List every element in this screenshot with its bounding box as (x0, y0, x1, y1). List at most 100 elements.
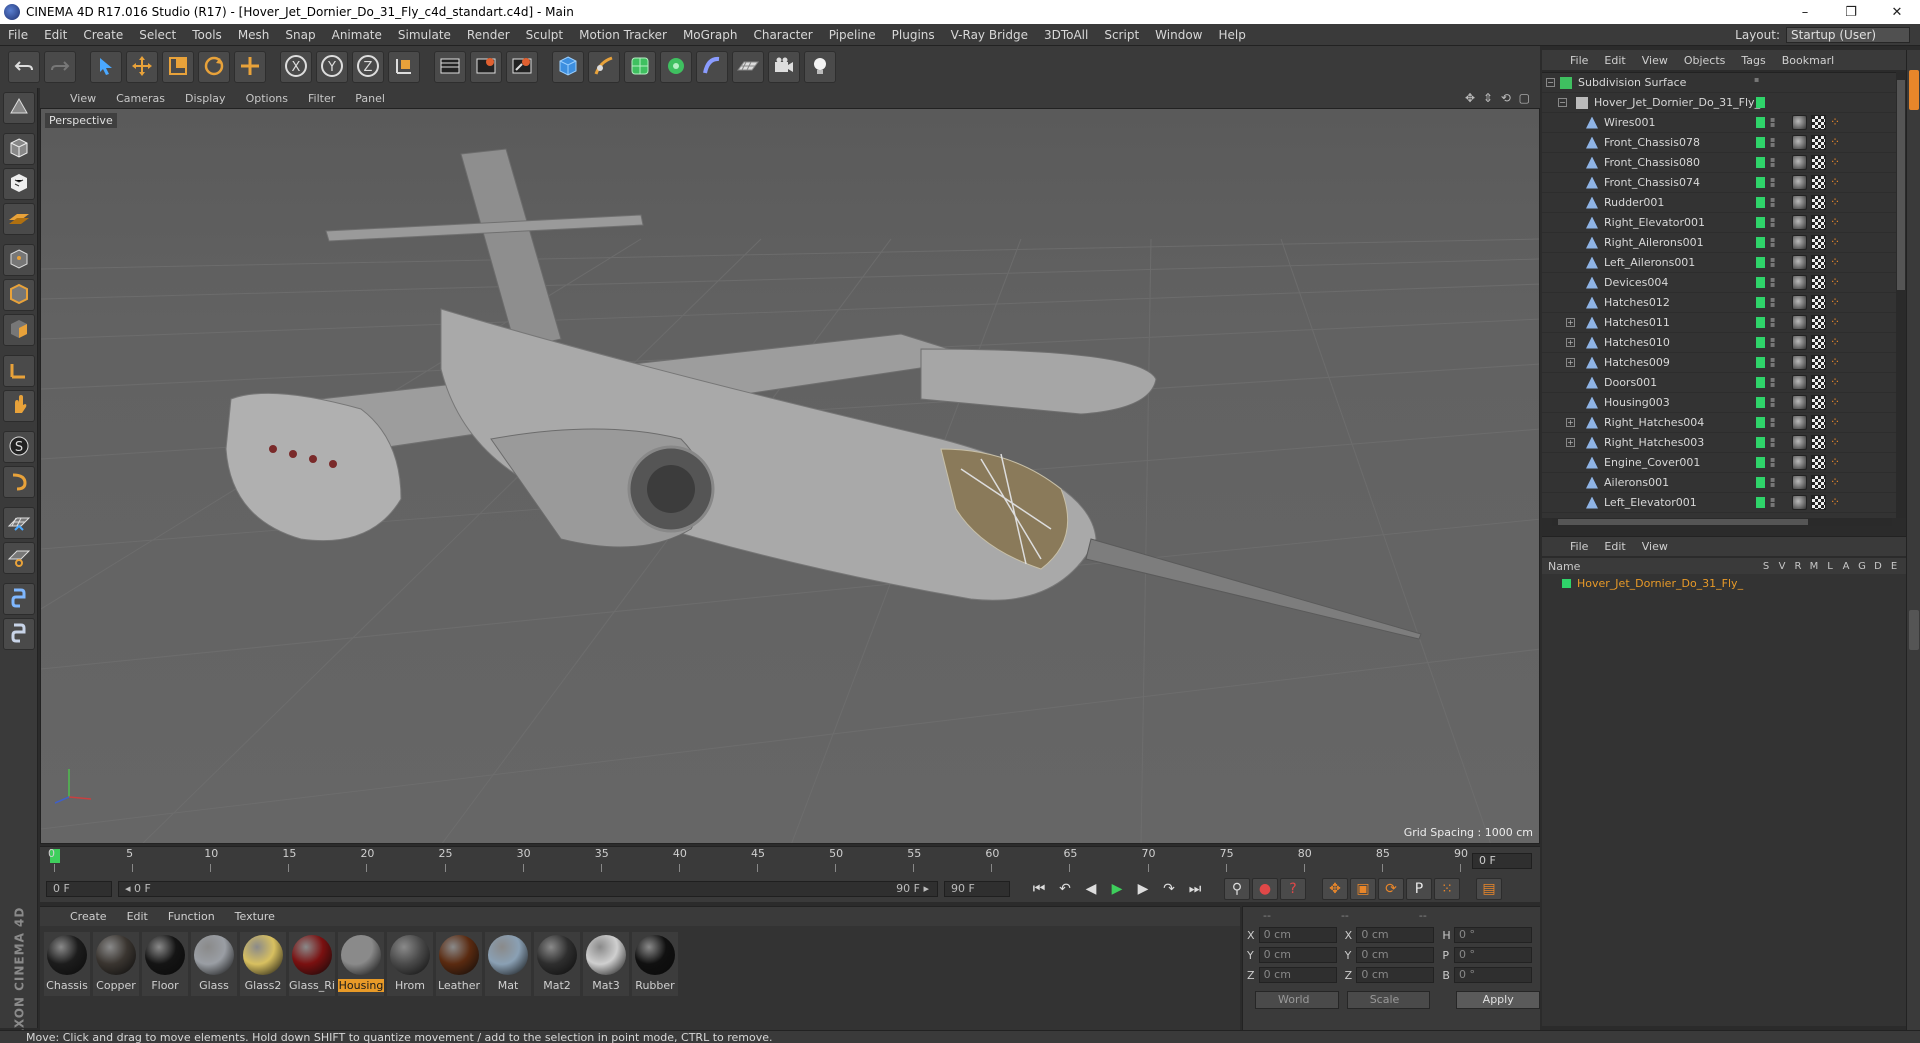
object-row[interactable]: Right_Elevator001 ▪ ▪ ⁘ (1542, 213, 1906, 233)
camera-button[interactable] (768, 51, 800, 83)
object-tree-horizontal-scrollbar[interactable] (1552, 518, 1892, 526)
object-row[interactable]: Left_Elevator001 ▪ ▪ ⁘ (1542, 493, 1906, 513)
material-tag-icon[interactable] (1792, 395, 1807, 410)
visibility-dots-icon[interactable]: ▪ ▪ (1770, 436, 1775, 449)
undo-button[interactable] (8, 51, 40, 83)
material-rubber[interactable]: Rubber (632, 932, 678, 996)
menu-character[interactable]: Character (745, 28, 820, 42)
object-row[interactable]: Left_Ailerons001 ▪ ▪ ⁘ (1542, 253, 1906, 273)
selection-tag-icon[interactable]: ⁘ (1830, 175, 1845, 190)
expand-toggle-icon[interactable]: + (1566, 318, 1575, 327)
python-button[interactable] (2, 583, 35, 615)
material-menu-texture[interactable]: Texture (225, 910, 285, 923)
workplane-button[interactable] (2, 203, 35, 235)
position-field[interactable]: 0 cm (1258, 927, 1337, 943)
visibility-dots-icon[interactable]: ▪ ▪ (1770, 216, 1775, 229)
material-tag-icon[interactable] (1792, 495, 1807, 510)
selection-tag-icon[interactable]: ⁘ (1830, 455, 1845, 470)
start-frame-field[interactable]: 0 F (46, 881, 112, 897)
visibility-dots-icon[interactable]: ▪ ▪ (1770, 336, 1775, 349)
texture-tag-icon[interactable] (1811, 475, 1826, 490)
texture-tag-icon[interactable] (1811, 315, 1826, 330)
cube-button[interactable] (552, 51, 584, 83)
visibility-dots-icon[interactable]: ▪ ▪ (1770, 496, 1775, 509)
object-row[interactable]: Ailerons001 ▪ ▪ ⁘ (1542, 473, 1906, 493)
selection-tag-icon[interactable]: ⁘ (1830, 375, 1845, 390)
menu-3dtoall[interactable]: 3DToAll (1036, 28, 1096, 42)
visibility-dots-icon[interactable]: ▪ ▪ (1770, 176, 1775, 189)
render-view-button[interactable] (434, 51, 466, 83)
material-mat[interactable]: Mat (485, 932, 531, 996)
next-frame-icon[interactable]: ▶ (1130, 878, 1156, 900)
viewport-menu-panel[interactable]: Panel (345, 92, 395, 105)
layer-column-a[interactable]: A (1838, 561, 1854, 572)
enabled-check-icon[interactable] (1756, 177, 1765, 188)
previous-key-icon[interactable]: ↶ (1052, 878, 1078, 900)
rotate-button[interactable] (198, 51, 230, 83)
position-field[interactable]: 0 cm (1258, 967, 1337, 983)
light-button[interactable] (804, 51, 836, 83)
layer-column-e[interactable]: E (1886, 561, 1902, 572)
object-menu-tags[interactable]: Tags (1733, 54, 1773, 67)
material-tag-icon[interactable] (1792, 195, 1807, 210)
object-menu-file[interactable]: File (1562, 54, 1596, 67)
enabled-check-icon[interactable] (1756, 337, 1765, 348)
play-icon[interactable]: ▶ (1104, 878, 1130, 900)
z-axis-button[interactable]: Z (352, 51, 384, 83)
enabled-check-icon[interactable] (1756, 457, 1765, 468)
object-menu-objects[interactable]: Objects (1676, 54, 1734, 67)
selection-tag-icon[interactable]: ⁘ (1830, 475, 1845, 490)
menu-simulate[interactable]: Simulate (390, 28, 459, 42)
material-tag-icon[interactable] (1792, 315, 1807, 330)
material-tag-icon[interactable] (1792, 375, 1807, 390)
menu-tools[interactable]: Tools (184, 28, 230, 42)
collapse-toggle-icon[interactable]: − (1558, 98, 1567, 107)
rotate-key-icon[interactable]: ⟳ (1378, 878, 1404, 900)
menu-help[interactable]: Help (1210, 28, 1253, 42)
visibility-dots-icon[interactable]: ▪ ▪ (1770, 256, 1775, 269)
rotation-field[interactable]: 0 ° (1454, 967, 1533, 983)
expand-toggle-icon[interactable]: + (1566, 438, 1575, 447)
selection-tag-icon[interactable]: ⁘ (1830, 415, 1845, 430)
enabled-check-icon[interactable] (1756, 157, 1765, 168)
enabled-check-icon[interactable] (1756, 237, 1765, 248)
selection-tag-icon[interactable]: ⁘ (1830, 335, 1845, 350)
material-tag-icon[interactable] (1792, 355, 1807, 370)
viewport-menu-display[interactable]: Display (175, 92, 236, 105)
texture-tag-icon[interactable] (1811, 435, 1826, 450)
menu-animate[interactable]: Animate (324, 28, 390, 42)
selection-tag-icon[interactable]: ⁘ (1830, 135, 1845, 150)
object-row[interactable]: Doors001 ▪ ▪ ⁘ (1542, 373, 1906, 393)
menu-snap[interactable]: Snap (277, 28, 323, 42)
object-row[interactable]: Hatches012 ▪ ▪ ⁘ (1542, 293, 1906, 313)
material-tag-icon[interactable] (1792, 455, 1807, 470)
viewport-menu-view[interactable]: View (60, 92, 106, 105)
material-housing[interactable]: Housing (338, 932, 384, 996)
material-tag-icon[interactable] (1792, 115, 1807, 130)
add-button[interactable] (234, 51, 266, 83)
pen-button[interactable] (588, 51, 620, 83)
material-menu-function[interactable]: Function (158, 910, 225, 923)
coordinate-system-button[interactable] (388, 51, 420, 83)
material-menu-create[interactable]: Create (60, 910, 117, 923)
layer-menu-file[interactable]: File (1562, 540, 1596, 553)
material-chassis[interactable]: Chassis (44, 932, 90, 996)
visibility-dots-icon[interactable]: ▪ ▪ (1770, 416, 1775, 429)
visibility-dots-icon[interactable]: ▪ ▪ (1770, 296, 1775, 309)
selection-tag-icon[interactable]: ⁘ (1830, 435, 1845, 450)
layer-column-l[interactable]: L (1822, 561, 1838, 572)
visibility-dots-icon[interactable]: ▪ ▪ (1770, 476, 1775, 489)
menu-create[interactable]: Create (75, 28, 131, 42)
enabled-check-icon[interactable] (1756, 277, 1765, 288)
size-field[interactable]: 0 cm (1356, 967, 1435, 983)
edit-render-settings-button[interactable] (506, 51, 538, 83)
visibility-dots-icon[interactable]: ▪ ▪ (1770, 396, 1775, 409)
texture-tag-icon[interactable] (1811, 215, 1826, 230)
x-axis-button[interactable]: X (280, 51, 312, 83)
visibility-dots-icon[interactable]: ▪ ▪ (1770, 376, 1775, 389)
scale-button[interactable] (162, 51, 194, 83)
selection-tag-icon[interactable]: ⁘ (1830, 315, 1845, 330)
select-button[interactable] (90, 51, 122, 83)
texture-tag-icon[interactable] (1811, 135, 1826, 150)
axis-mode-button[interactable] (2, 355, 35, 387)
